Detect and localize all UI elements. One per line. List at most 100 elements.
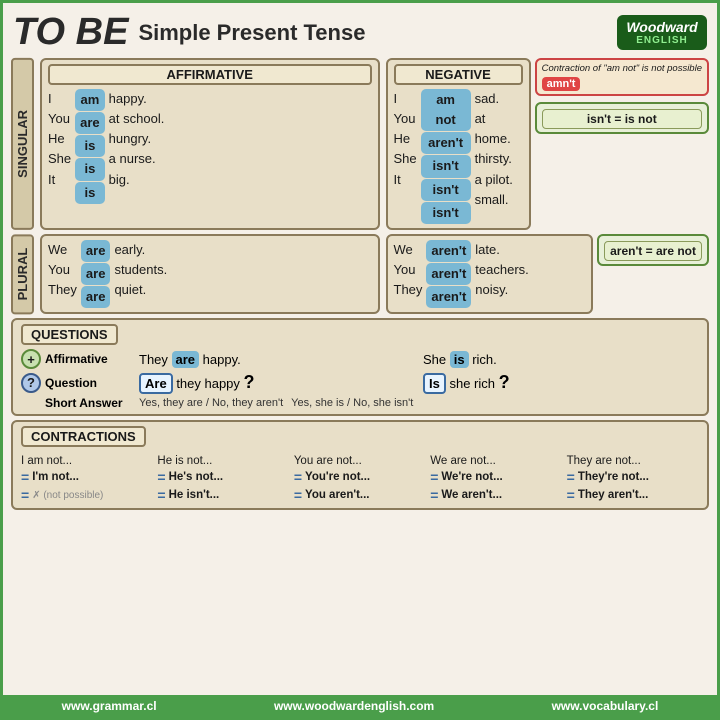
questions-rows: + Affirmative They are happy. She is ric…: [21, 349, 699, 410]
neg-verb-arent-they: aren't: [426, 286, 471, 308]
contr-hes-not: = He's not...: [157, 468, 289, 486]
verb-is-it: is: [75, 182, 105, 204]
arent-callout: aren't = are not: [597, 234, 709, 266]
eq-icon-3b: =: [294, 487, 302, 503]
aff-sentence-left: They are happy.: [139, 352, 415, 367]
singular-columns: AFFIRMATIVE I You He She It am are is: [40, 58, 709, 230]
negative-plural-area: We You They aren't aren't aren't late.: [386, 234, 710, 314]
verb-am: am: [75, 89, 105, 111]
callout-area-singular: Contraction of "am not" is not possible …: [535, 58, 709, 230]
contr-youarent-text: You aren't...: [305, 489, 370, 501]
eq-icon-4a: =: [430, 469, 438, 485]
contractions-header: CONTRACTIONS: [21, 426, 146, 447]
verb-are-we: are: [81, 240, 111, 262]
affirmative-question-row: + Affirmative They are happy. She is ric…: [21, 349, 699, 369]
neg-comp-thirsty: thirsty.: [475, 149, 523, 169]
eq-icon-2a: =: [157, 469, 165, 485]
x-label-i: ✗ (not possible): [32, 490, 103, 501]
aff-sentence-right: She is rich.: [423, 352, 699, 367]
contr-im-not: = I'm not...: [21, 468, 153, 486]
neg-comp-late: late.: [475, 240, 528, 260]
plural-columns: We You They are are are early. students.: [40, 234, 709, 314]
contr-col-3: You are not... = You're not... = You are…: [294, 454, 426, 504]
contr-col-5: They are not... = They're not... = They …: [567, 454, 699, 504]
negative-plural-rows: We You They aren't aren't aren't late.: [394, 240, 586, 308]
pronoun-it: It: [48, 170, 71, 190]
pronoun-you: You: [48, 109, 71, 129]
title-tobe: TO BE: [13, 11, 128, 54]
aff-plural-verbs: are are are: [81, 240, 111, 308]
header: TO BE Simple Present Tense Woodward ENGL…: [3, 3, 717, 58]
neg-comp-home: at home.: [475, 109, 523, 149]
aff-she: She: [423, 352, 450, 367]
affirmative-label-text: Affirmative: [45, 352, 108, 366]
aff-plural-pronouns: We You They: [48, 240, 77, 308]
contr-youre-not: = You're not...: [294, 468, 426, 486]
negative-singular-area: NEGATIVE I You He She It am not: [386, 58, 710, 230]
short-answer-label: Short Answer: [21, 396, 131, 410]
logo-box: Woodward ENGLISH: [617, 15, 707, 50]
neg-pronoun-we: We: [394, 240, 423, 260]
pronoun-we: We: [48, 240, 77, 260]
neg-plural-verbs: aren't aren't aren't: [426, 240, 471, 308]
question-label: ? Question: [21, 373, 131, 393]
logo-english: ENGLISH: [625, 35, 699, 46]
pronoun-he: He: [48, 129, 71, 149]
contr-im-text: I'm not...: [32, 471, 79, 483]
amn-callout: Contraction of "am not" is not possible …: [535, 58, 709, 96]
short-answer-label-text: Short Answer: [45, 396, 123, 410]
short-answer-left: Yes, they are / No, they aren't: [139, 397, 283, 409]
q-they-happy: they happy: [176, 376, 243, 391]
contractions-grid: I am not... = I'm not... = ✗ (not possib…: [21, 454, 699, 504]
contr-wearent-text: We aren't...: [441, 489, 502, 501]
title-subtitle: Simple Present Tense: [138, 20, 365, 46]
content: SINGULAR AFFIRMATIVE I You He She It: [3, 58, 717, 695]
neg-comp-noisy: noisy.: [475, 280, 528, 300]
verb-is-she: is: [75, 158, 105, 180]
footer-link-1: www.grammar.cl: [62, 699, 157, 713]
footer-link-2: www.woodwardenglish.com: [274, 699, 434, 713]
neg-pronoun-you-pl: You: [394, 260, 423, 280]
plural-section: PLURAL We You They are are are: [11, 234, 709, 314]
contr-we-arent: = We aren't...: [430, 486, 562, 504]
contr-were-text: We're not...: [441, 471, 502, 483]
eq-icon-5a: =: [567, 469, 575, 485]
comp-nurse: a nurse.: [109, 149, 165, 169]
contr-you-arent: = You aren't...: [294, 486, 426, 504]
neg-verb-arent-you: aren't: [421, 132, 471, 154]
q-badge: ?: [21, 373, 41, 393]
eq-icon-x1: =: [21, 487, 29, 503]
aff-sing-pronouns: I You He She It: [48, 89, 71, 204]
contr-we-are-not: We are not...: [430, 454, 562, 468]
neg-comp-teachers: teachers.: [475, 260, 528, 280]
neg-pronoun-they: They: [394, 280, 423, 300]
neg-comp-small: small.: [475, 190, 523, 210]
q-sentence-left: Are they happy ?: [139, 372, 415, 393]
aff-they: They: [139, 352, 172, 367]
aff-happy: happy.: [199, 352, 241, 367]
verb-are-you-pl: are: [81, 263, 111, 285]
aff-is: is: [450, 351, 469, 368]
neg-pronoun-it: It: [394, 170, 417, 190]
verb-is-he: is: [75, 135, 105, 157]
contr-they-are-not: They are not...: [567, 454, 699, 468]
contr-i-am-not: I am not...: [21, 454, 153, 468]
q-mark-left: ?: [244, 372, 255, 392]
q-sentence-right: Is she rich ?: [423, 372, 699, 393]
short-answer-row: Short Answer Yes, they are / No, they ar…: [21, 396, 699, 410]
contr-he-is-not: He is not...: [157, 454, 289, 468]
neg-pronoun-you: You: [394, 109, 417, 129]
neg-plural-pronouns: We You They: [394, 240, 423, 308]
q-mark-right: ?: [499, 372, 510, 392]
pronoun-she: She: [48, 149, 71, 169]
contr-col-4: We are not... = We're not... = We aren't…: [430, 454, 562, 504]
aff-plural-complements: early. students. quiet.: [114, 240, 167, 308]
negative-singular-box: NEGATIVE I You He She It am not: [386, 58, 531, 230]
logo-woodward: Woodward: [625, 19, 699, 35]
aff-are: are: [172, 351, 200, 368]
short-answer-right: Yes, she is / No, she isn't: [291, 397, 413, 409]
neg-comp-pilot: a pilot.: [475, 170, 523, 190]
aff-sing-complements: happy. at school. hungry. a nurse. big.: [109, 89, 165, 204]
eq-icon-2b: =: [157, 487, 165, 503]
aff-rich: rich.: [469, 352, 497, 367]
